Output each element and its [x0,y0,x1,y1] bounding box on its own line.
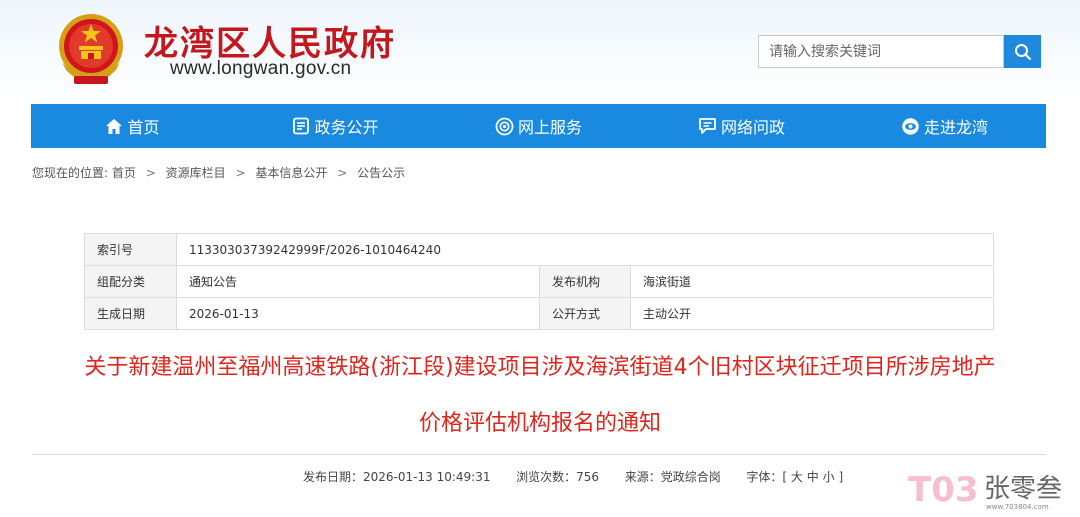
watermark-logo-text: T03 [908,470,979,510]
nav-item-label: 网络问政 [720,118,785,137]
breadcrumb-separator: > [337,166,348,180]
article-title: 关于新建温州至福州高速铁路(浙江段)建设项目涉及海滨街道4个旧村区块征迁项目所涉… [0,340,1080,452]
method-label: 公开方式 [539,297,631,330]
breadcrumb-separator: > [145,166,156,180]
font-bracket-open: [ [782,470,788,484]
font-size-label: 字体： [746,470,783,484]
divider [32,454,1046,455]
date-value: 2026-01-13 [176,297,540,330]
publisher-value: 海滨街道 [630,265,994,298]
search-icon [1014,43,1031,60]
views-label: 浏览次数： [516,470,577,484]
nav-item-inquiry[interactable]: 网络问政 [640,104,843,148]
eye-icon [901,117,920,136]
font-size-medium[interactable]: 中 [807,470,819,484]
breadcrumb-link[interactable]: 首页 [112,166,136,180]
table-row: 生成日期 2026-01-13 公开方式 主动公开 [84,297,994,330]
views-value: 756 [576,470,600,484]
font-size-small[interactable]: 小 [823,470,835,484]
nav-item-label: 政务公开 [314,118,379,137]
font-bracket-close: ] [838,470,844,484]
category-value: 通知公告 [176,265,540,298]
nav-item-services[interactable]: 网上服务 [437,104,640,148]
publisher-label: 发布机构 [539,265,631,298]
national-emblem-icon [59,14,123,84]
home-icon [105,118,123,135]
nav-item-affairs[interactable]: 政务公开 [234,104,437,148]
source-label: 来源： [624,470,661,484]
breadcrumb-link[interactable]: 资源库栏目 [166,166,226,180]
category-label: 组配分类 [84,265,177,298]
chat-icon [698,117,717,135]
index-label: 索引号 [84,233,177,266]
breadcrumb: 您现在的位置: 首页 > 资源库栏目 > 基本信息公开 > 公告公示 [32,164,405,181]
nav-item-label: 网上服务 [517,118,582,137]
breadcrumb-link[interactable]: 公告公示 [357,166,405,180]
article-meta: 发布日期：2026-01-13 10:49:31 浏览次数：756 来源：党政综… [303,468,843,485]
publish-date-value: 2026-01-13 10:49:31 [363,470,491,484]
font-size-large[interactable]: 大 [791,470,803,484]
document-info-table: 索引号 11330303739242999F/2026-1010464240 组… [84,233,994,330]
search-button[interactable] [1004,35,1041,68]
article-title-line1: 关于新建温州至福州高速铁路(浙江段)建设项目涉及海滨街道4个旧村区块征迁项目所涉… [84,355,996,380]
nav-item-about[interactable]: 走进龙湾 [843,104,1046,148]
source-value: 党政综合岗 [660,470,721,484]
document-icon [292,117,310,135]
publish-date-label: 发布日期： [303,470,364,484]
watermark-url: www.703804.com [986,503,1049,511]
table-row: 索引号 11330303739242999F/2026-1010464240 [84,233,994,266]
service-icon [495,117,514,136]
article-title-line2: 价格评估机构报名的通知 [418,411,661,436]
date-label: 生成日期 [84,297,177,330]
site-url[interactable]: www.longwan.gov.cn [170,58,351,80]
breadcrumb-link[interactable]: 基本信息公开 [255,166,327,180]
breadcrumb-prefix: 您现在的位置: [32,166,109,180]
method-value: 主动公开 [630,297,994,330]
nav-item-label: 首页 [127,118,160,137]
main-nav: 首页 政务公开 网上服务 网络问政 走进龙湾 [31,104,1046,148]
watermark-text: 张零叁 [984,474,1062,504]
watermark-logo: T03 张零叁 www.703804.com [908,470,1062,511]
nav-item-label: 走进龙湾 [923,118,988,137]
breadcrumb-separator: > [235,166,246,180]
index-value: 11330303739242999F/2026-1010464240 [176,233,994,266]
table-row: 组配分类 通知公告 发布机构 海滨街道 [84,265,994,298]
nav-item-home[interactable]: 首页 [31,104,234,148]
search-input[interactable] [758,35,1004,68]
